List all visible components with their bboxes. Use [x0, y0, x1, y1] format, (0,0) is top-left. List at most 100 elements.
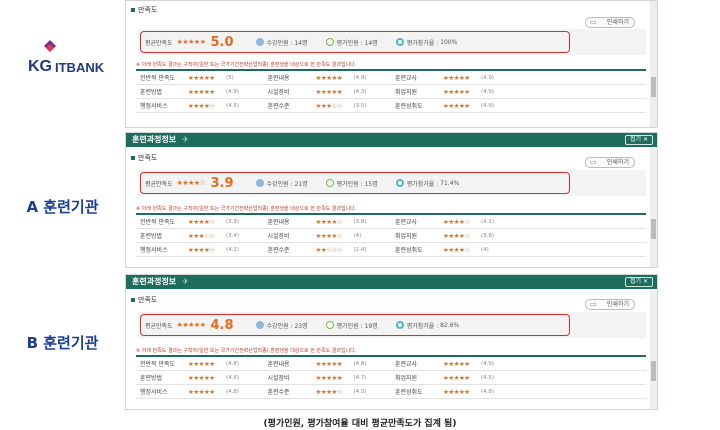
print-button[interactable]: 인쇄하기 [585, 299, 635, 310]
rating-stars: ★★★★☆ [188, 101, 215, 110]
rating-name: 행정서비스 [140, 103, 168, 110]
rating-stars: ★★★★★ [315, 73, 343, 82]
rating-stars: ★★★★★ [188, 87, 215, 96]
rating-value: (4.9) [481, 102, 495, 109]
rating-stars: ★★★★★ [443, 359, 470, 368]
rating-value: (4.3) [353, 88, 367, 95]
fold-button[interactable]: 접기 ✕ [625, 135, 653, 145]
logo-itbank-text: ITBANK [55, 60, 105, 75]
rating-stars: ★★★★★ [188, 387, 215, 396]
avg-score: 5.0 [210, 34, 234, 50]
rating-name: 훈련내용 [267, 361, 290, 368]
participation-icon [395, 321, 404, 329]
ratings-grid: 전반적 만족도 ★★★★☆ (3.9) 훈련내용 ★★★★☆ (3.8) 훈련교사 ★★★… [136, 213, 646, 257]
ratings-row: 행정서비스 ★★★★★ (4.8) 훈련수준 ★★★★☆ (4.3) 훈련성취도 ★★★★… [136, 385, 646, 399]
rating-name: 훈련내용 [267, 75, 290, 82]
participation-value: 100% [440, 38, 458, 46]
rating-name: 시설장비 [267, 375, 290, 382]
evaluators-label: 평가인원 : [336, 39, 363, 47]
participation-value: 71.4% [440, 179, 460, 187]
rating-name: 훈련수준 [267, 389, 290, 396]
rating-name: 전반적 만족도 [140, 219, 176, 226]
person-icon [255, 179, 264, 187]
section-title: 만족도 [126, 3, 657, 17]
evaluators-label: 평가인원 : [336, 180, 363, 188]
rating-value: (4.8) [226, 360, 240, 367]
rating-name: 전반적 만족도 [140, 361, 176, 368]
rating-stars: ★★☆☆☆ [315, 245, 343, 254]
scrollbar[interactable] [650, 147, 657, 267]
kg-itbank-logo: KG ITBANK [28, 40, 118, 80]
rating-name: 훈련교사 [395, 361, 418, 368]
rating-stars: ★★★★★ [315, 373, 343, 382]
ratings-row: 전반적 만족도 ★★★★★ (5) 훈련내용 ★★★★★ (4.9) 훈련교사 ★★★★★… [136, 71, 646, 85]
label-institution-a: A 훈련기관 [26, 198, 99, 216]
person-icon [255, 38, 264, 46]
rating-name: 취업지원 [395, 375, 418, 382]
rating-value: (4.9) [353, 74, 367, 81]
participation-icon [395, 38, 404, 46]
label-institution-b: B 훈련기관 [26, 334, 99, 352]
ratings-row: 훈련방법 ★★★★★ (4.6) 시설장비 ★★★★★ (4.7) 취업지원 ★★★★★ (… [136, 371, 646, 385]
avg-stars: ★★★★☆ [176, 179, 206, 187]
rating-name: 훈련성취도 [395, 247, 423, 254]
rating-stars: ★★★☆☆ [315, 101, 343, 110]
rating-value: (4.9) [481, 74, 495, 81]
rating-value: (4.5) [226, 102, 240, 109]
plane-icon: ✈ [182, 135, 189, 144]
rating-stars: ★★★★★ [188, 373, 215, 382]
rating-name: 훈련교사 [395, 75, 418, 82]
rating-stars: ★★★★★ [443, 101, 470, 110]
rating-value: (3.8) [353, 218, 367, 225]
rating-name: 훈련성취도 [395, 389, 423, 396]
rating-stars: ★★★★☆ [443, 217, 470, 226]
rating-name: 훈련수준 [267, 247, 290, 254]
summary-box: 평균만족도 ★★★★☆ 3.9 수강인원 : 21명 평가인원 : 15명 평가… [140, 172, 570, 194]
notice-text: ※ 아래 만족도 결과는 구직자(일반 또는 국가기간전략산업직종) 훈련생을 … [136, 206, 357, 212]
avg-stars: ★★★★★ [176, 38, 206, 46]
fold-button[interactable]: 접기 ✕ [625, 277, 653, 287]
rating-value: (2.4) [353, 246, 367, 253]
print-button[interactable]: 인쇄하기 [585, 17, 635, 28]
section-title: 만족도 [126, 293, 657, 307]
satisfaction-panel-itbank: 만족도 인쇄하기 평균만족도 ★★★★★ 5.0 수강인원 : 14명 평가인원… [125, 0, 658, 128]
rating-value: (3.5) [353, 102, 367, 109]
rating-stars: ★★★★★ [315, 87, 343, 96]
rating-name: 행정서비스 [140, 389, 168, 396]
trainees-value: 14명 [294, 39, 308, 47]
evaluators-label: 평가인원 : [336, 322, 363, 330]
ratings-grid: 전반적 만족도 ★★★★★ (4.8) 훈련내용 ★★★★★ (4.8) 훈련교사 ★★★… [136, 355, 646, 399]
rating-stars: ★★★★★ [443, 387, 470, 396]
trainees-label: 수강인원 : [266, 322, 293, 330]
check-icon [325, 179, 334, 187]
rating-name: 훈련교사 [395, 219, 418, 226]
rating-value: (4.9) [481, 88, 495, 95]
scrollbar[interactable] [650, 1, 657, 127]
check-icon [325, 38, 334, 46]
rating-value: (3.4) [226, 232, 240, 239]
participation-icon [395, 179, 404, 187]
panel-header-title: 훈련과정정보 [132, 277, 177, 286]
rating-stars: ★★★★★ [315, 359, 343, 368]
check-icon [325, 321, 334, 329]
logo-kg-text: KG [28, 58, 52, 75]
rating-value: (4.9) [226, 88, 240, 95]
rating-name: 시설장비 [267, 233, 290, 240]
rating-value: (4.8) [226, 388, 240, 395]
rating-stars: ★★★★★ [188, 359, 215, 368]
rating-value: (5) [226, 74, 234, 81]
ratings-grid: 전반적 만족도 ★★★★★ (5) 훈련내용 ★★★★★ (4.9) 훈련교사 ★★★★★… [136, 69, 646, 113]
participation-value: 82.6% [440, 321, 460, 329]
rating-stars: ★★★☆☆ [188, 231, 215, 240]
rating-name: 훈련내용 [267, 219, 290, 226]
print-button[interactable]: 인쇄하기 [585, 157, 635, 168]
notice-text: ※ 아래 만족도 결과는 구직자(일반 또는 국가기간전략산업직종) 훈련생을 … [136, 62, 357, 68]
ratings-row: 행정서비스 ★★★★☆ (4.1) 훈련수준 ★★☆☆☆ (2.4) 훈련성취도 ★★★★… [136, 243, 646, 257]
scrollbar[interactable] [650, 289, 657, 409]
trainees-value: 23명 [294, 322, 308, 330]
notice-text: ※ 아래 만족도 결과는 구직자(일반 또는 국가기간전략산업직종) 훈련생을 … [136, 348, 357, 354]
avg-label: 평균만족도 [145, 322, 173, 330]
panel-header: 훈련과정정보 ✈ 접기 ✕ [126, 275, 657, 289]
rating-stars: ★★★★★ [443, 87, 470, 96]
rating-stars: ★★★★☆ [315, 217, 343, 226]
